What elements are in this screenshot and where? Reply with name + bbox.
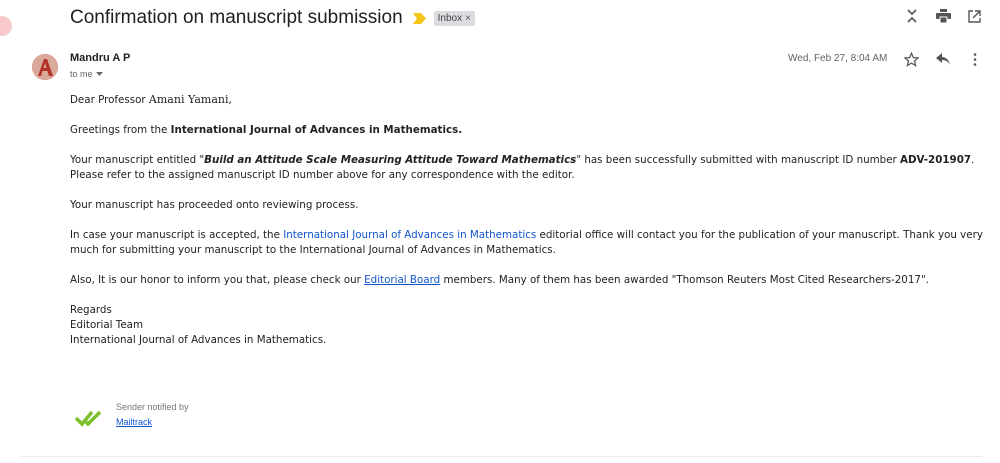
p1-prefix: Greetings from the: [70, 124, 171, 136]
p5-b: members. Many of them has been awarded "…: [440, 274, 929, 286]
print-icon[interactable]: [935, 8, 951, 24]
journal-sign-text: International Journal of Advances in Mat…: [70, 334, 327, 346]
greeting-name: Amani Yamani,: [148, 93, 233, 106]
editorial-board-link[interactable]: Editorial Board: [364, 274, 440, 286]
recipient-text: to me: [70, 69, 93, 79]
paragraph-editorial: Also, It is our honor to inform you that…: [70, 273, 988, 288]
p2-b: " has been successfully submitted with m…: [576, 154, 901, 166]
inbox-label-chip[interactable]: Inbox ×: [433, 10, 475, 26]
journal-link[interactable]: International Journal of Advances in Mat…: [283, 229, 536, 241]
journal-name-bold: International Journal of Advances in Mat…: [170, 124, 463, 136]
email-body: Dear Professor Amani Yamani, Greetings f…: [70, 92, 988, 348]
recipient-details[interactable]: to me: [70, 69, 103, 79]
paragraph-acceptance: In case your manuscript is accepted, the…: [70, 228, 988, 258]
sender-name[interactable]: Mandru A P: [70, 52, 130, 64]
email-subject: Confirmation on manuscript submission: [70, 7, 403, 28]
mailtrack-signature: Sender notified by Mailtrack: [70, 400, 189, 430]
open-new-window-icon[interactable]: [966, 8, 982, 24]
p4-a: In case your manuscript is accepted, the: [70, 229, 284, 241]
sender-avatar[interactable]: [32, 54, 58, 80]
paragraph-submission: Your manuscript entitled "Build an Attit…: [70, 153, 988, 183]
manuscript-title: Build an Attitude Scale Measuring Attitu…: [204, 154, 577, 166]
double-check-icon: [74, 410, 102, 427]
greeting-prefix: Dear Professor: [70, 94, 146, 106]
reply-icon[interactable]: [934, 51, 952, 67]
subject-row: Confirmation on manuscript submission In…: [70, 4, 475, 32]
star-icon[interactable]: [902, 51, 920, 67]
paragraph-greetings: Greetings from the International Journal…: [70, 123, 988, 138]
divider: [20, 456, 982, 457]
edge-indicator: [0, 16, 12, 36]
regards-text: Regards: [70, 304, 112, 316]
message-actions: [902, 51, 984, 67]
paragraph-review: Your manuscript has proceeded onto revie…: [70, 199, 359, 211]
inbox-label-text: Inbox: [437, 12, 463, 24]
p2-a: Your manuscript entitled ": [70, 154, 205, 166]
mailtrack-text: Sender notified by: [116, 402, 189, 412]
thread-toolbar: [904, 8, 982, 24]
importance-marker-icon[interactable]: [412, 12, 426, 24]
p5-a: Also, It is our honor to inform you that…: [70, 274, 365, 286]
chevron-down-icon[interactable]: [95, 71, 103, 77]
email-date: Wed, Feb 27, 8:04 AM: [788, 53, 888, 64]
mailtrack-text-block: Sender notified by Mailtrack: [116, 400, 189, 430]
remove-label-icon[interactable]: ×: [465, 13, 471, 24]
team-text: Editorial Team: [70, 319, 143, 331]
collapse-all-icon[interactable]: [904, 8, 920, 24]
signature-block: Regards Editorial Team International Jou…: [70, 303, 988, 348]
more-vert-icon[interactable]: [966, 51, 984, 67]
mailtrack-link[interactable]: Mailtrack: [116, 417, 152, 427]
manuscript-id: ADV-201907: [900, 154, 972, 166]
greeting: Dear Professor Amani Yamani,: [70, 92, 988, 108]
